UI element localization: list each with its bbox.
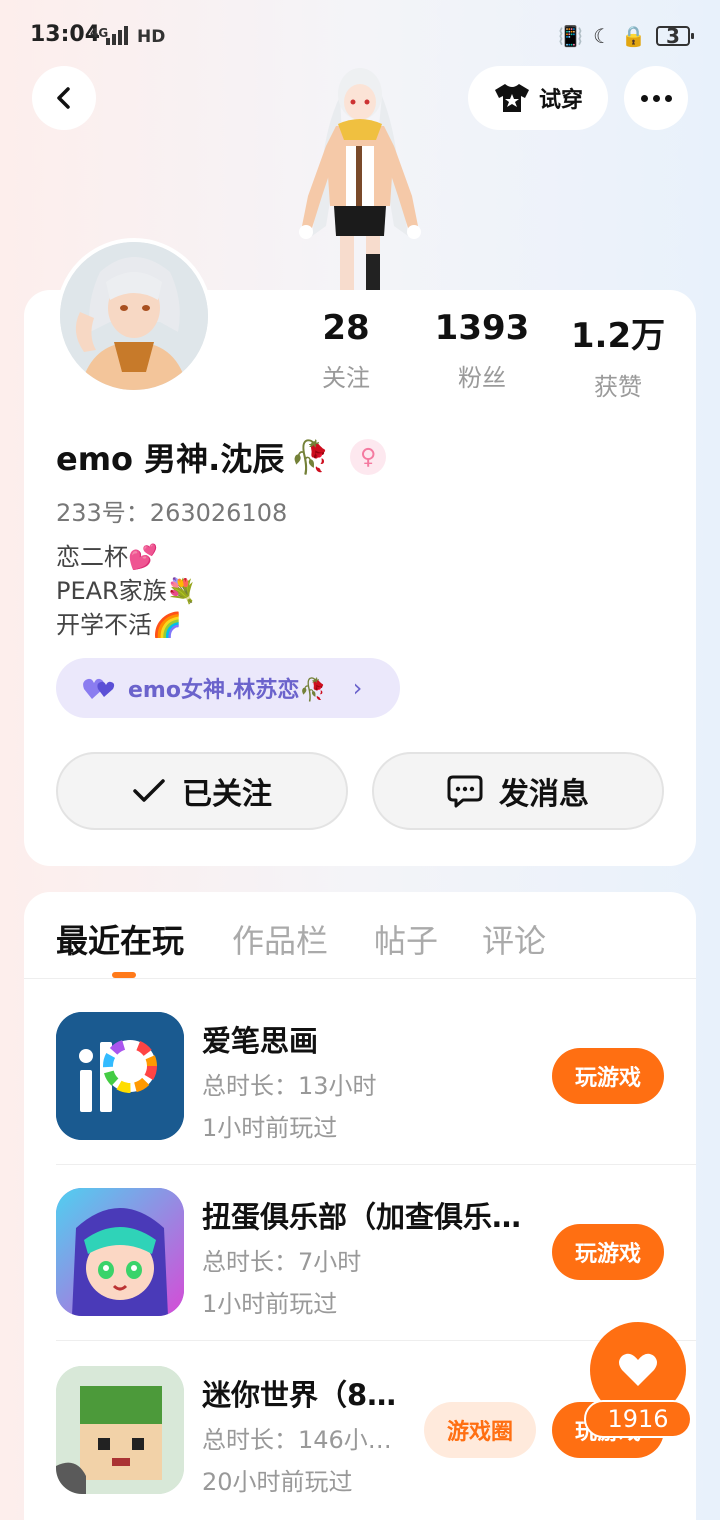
battery-level: 3 [666, 24, 680, 48]
following-label: 关注 [322, 364, 370, 392]
username-text: emo 男神.沈辰 [56, 440, 285, 478]
message-button-label: 发消息 [499, 777, 589, 812]
game-last-played: 1小时前玩过 [202, 1290, 338, 1318]
tab-recently-played[interactable]: 最近在玩 [56, 916, 184, 962]
game-duration: 总时长：13小时 [202, 1072, 377, 1100]
more-options-button[interactable] [624, 66, 688, 130]
try-on-label: 试穿 [538, 88, 583, 113]
likes-label: 获赞 [594, 373, 642, 401]
game-last-played: 1小时前玩过 [202, 1114, 338, 1142]
gender-female-icon: ♀ [350, 439, 387, 475]
battery-icon: 3 [656, 24, 694, 48]
play-game-button[interactable]: 玩游戏 [552, 1048, 664, 1104]
stat-likes[interactable]: 1.2万 获赞 [558, 308, 678, 402]
avatar[interactable] [56, 238, 212, 394]
try-on-button[interactable]: 试穿 [468, 66, 608, 130]
play-game-button[interactable]: 玩游戏 [552, 1224, 664, 1280]
heart-icon [619, 1353, 657, 1386]
tab-posts[interactable]: 帖子 [374, 916, 438, 962]
vibrate-icon: 📳 [558, 24, 584, 48]
status-icons: 📳 ☾ 🔒 3 [558, 24, 694, 48]
ibispaint-logo [56, 1012, 184, 1140]
more-icon-dot [664, 94, 672, 102]
chevron-left-icon [57, 87, 70, 109]
username: emo 男神.沈辰 🥀 ♀ [56, 434, 387, 480]
more-icon [640, 94, 648, 102]
gacha-club-logo [56, 1188, 184, 1316]
double-heart-icon [83, 678, 115, 699]
account-id[interactable]: 233号：263026108 [56, 493, 287, 528]
couple-tag-label: emo女神.林苏恋🥀 [128, 678, 327, 703]
gacha-club-app-icon [56, 1188, 184, 1316]
game-row[interactable]: 扭蛋俱乐部（加查俱乐… 总时长：7小时 1小时前玩过 玩游戏 [56, 1188, 696, 1318]
game-name: 扭蛋俱乐部（加查俱乐… [202, 1200, 522, 1234]
like-count: 1916 [584, 1400, 692, 1438]
mini-world-logo [56, 1366, 184, 1494]
avatar-3d-figure [299, 68, 421, 290]
checkmark-icon [133, 779, 165, 802]
tabs-divider [24, 978, 696, 979]
game-row[interactable]: 爱笔思画 总时长：13小时 1小时前玩过 玩游戏 [56, 1012, 696, 1142]
chevron-right-icon: › [352, 674, 363, 702]
following-count: 28 [322, 308, 370, 348]
fans-count: 1393 [434, 308, 530, 348]
tshirt-icon [494, 84, 529, 112]
game-circle-button[interactable]: 游戏圈 [424, 1402, 536, 1458]
likes-count: 1.2万 [570, 316, 666, 356]
stat-following[interactable]: 28 关注 [286, 308, 406, 393]
following-button[interactable]: 已关注 [56, 752, 348, 830]
game-duration: 总时长：7小时 [202, 1248, 362, 1276]
moon-icon: ☾ [593, 24, 612, 48]
chat-bubble-icon [447, 775, 483, 808]
ibispaint-app-icon [56, 1012, 184, 1140]
tab-comments[interactable]: 评论 [482, 916, 546, 962]
avatar-image [60, 242, 208, 390]
tab-works[interactable]: 作品栏 [232, 916, 328, 962]
mini-world-app-icon [56, 1366, 184, 1494]
fans-label: 粉丝 [458, 364, 506, 392]
lock-rotation-icon: 🔒 [621, 24, 646, 48]
back-button[interactable] [32, 66, 96, 130]
bio: 恋二杯💕 PEAR家族💐 开学不活🌈 [56, 540, 197, 642]
more-icon-dot [652, 94, 660, 102]
signal-icon [106, 26, 128, 45]
bio-line: 恋二杯💕 [56, 543, 158, 571]
game-last-played: 20小时前玩过 [202, 1468, 353, 1496]
stat-fans[interactable]: 1393 粉丝 [422, 308, 542, 393]
username-emoji: 🥀 [290, 438, 331, 476]
bio-line: 开学不活🌈 [56, 611, 182, 639]
game-duration: 总时长：146小… [202, 1426, 392, 1454]
game-name: 爱笔思画 [202, 1024, 319, 1058]
following-button-label: 已关注 [182, 777, 272, 812]
row-divider [56, 1164, 696, 1165]
couple-tag[interactable]: emo女神.林苏恋🥀 › [56, 658, 400, 718]
message-button[interactable]: 发消息 [372, 752, 664, 830]
game-name: 迷你世界（8… [202, 1378, 397, 1412]
hd-indicator: HD [137, 27, 166, 47]
bio-line: PEAR家族💐 [56, 577, 197, 605]
